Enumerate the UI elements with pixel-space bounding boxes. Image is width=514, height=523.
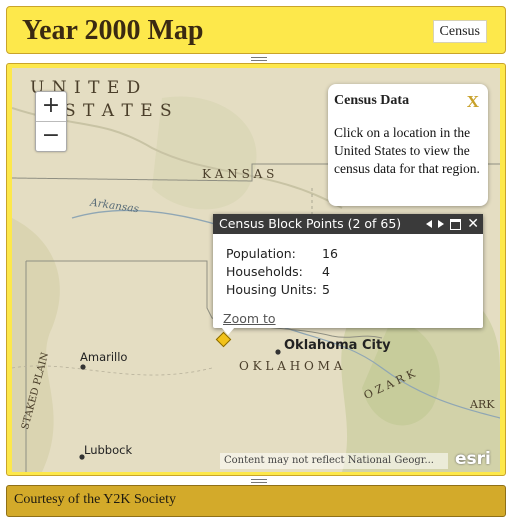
- map-attribution[interactable]: Content may not reflect National Geogr..…: [220, 453, 448, 469]
- map-view[interactable]: U N I T E D S T A T E S K A N S A S Arka…: [12, 68, 500, 472]
- census-data-instructions: Click on a location in the United States…: [334, 125, 480, 176]
- popup-close-icon[interactable]: ✕: [467, 214, 479, 234]
- app-header: Year 2000 Map Census: [6, 6, 506, 54]
- popup-body: Population: 16 Households: 4 Housing Units…: [213, 234, 483, 326]
- footer-credit: Courtesy of the Y2K Society: [14, 492, 177, 507]
- field-value: 4: [322, 264, 330, 279]
- zoom-to-link[interactable]: Zoom to: [223, 311, 276, 326]
- census-button[interactable]: Census: [432, 20, 487, 43]
- previous-feature-icon[interactable]: [426, 220, 433, 228]
- census-data-title: Census Data: [334, 93, 410, 108]
- popup-field-row: Housing Units: 5: [226, 281, 483, 299]
- map-label-kansas: K A N S A S: [202, 167, 275, 181]
- zoom-out-button[interactable]: −: [36, 122, 66, 151]
- app-footer: Courtesy of the Y2K Society: [6, 485, 506, 517]
- map-label-states: S T A T E S: [64, 101, 173, 121]
- map-frame: U N I T E D S T A T E S K A N S A S Arka…: [6, 63, 506, 476]
- zoom-in-button[interactable]: +: [36, 92, 66, 122]
- field-value: 5: [322, 282, 330, 297]
- popup-field-row: Population: 16: [226, 245, 483, 263]
- app-title: Year 2000 Map: [22, 15, 204, 46]
- map-label-oklahoma-city: Oklahoma City: [284, 338, 391, 353]
- field-label: Housing Units:: [226, 282, 317, 297]
- popup-pointer: [221, 327, 235, 335]
- splitter-handle-top[interactable]: [251, 57, 267, 61]
- splitter-handle-bottom[interactable]: [251, 479, 267, 483]
- popup-field-row: Households: 4: [226, 263, 483, 281]
- map-label-oklahoma: O K L A H O M A: [239, 359, 343, 373]
- map-label-lubbock: Lubbock: [84, 443, 133, 457]
- esri-logo[interactable]: esri: [455, 449, 491, 469]
- zoom-control: + −: [35, 91, 67, 152]
- field-label: Households:: [226, 264, 303, 279]
- info-popup: Census Block Points (2 of 65) ✕ Populati…: [213, 214, 483, 335]
- map-label-ark: ARK: [470, 398, 495, 411]
- census-data-panel: Census Data X Click on a location in the…: [328, 84, 488, 206]
- field-label: Population:: [226, 246, 296, 261]
- map-label-amarillo: Amarillo: [80, 350, 128, 364]
- popup-header: Census Block Points (2 of 65) ✕: [213, 214, 483, 234]
- field-value: 16: [322, 246, 338, 261]
- popup-title: Census Block Points (2 of 65): [219, 216, 402, 231]
- maximize-icon[interactable]: [450, 218, 462, 230]
- next-feature-icon[interactable]: [438, 220, 445, 228]
- close-icon[interactable]: X: [467, 92, 479, 112]
